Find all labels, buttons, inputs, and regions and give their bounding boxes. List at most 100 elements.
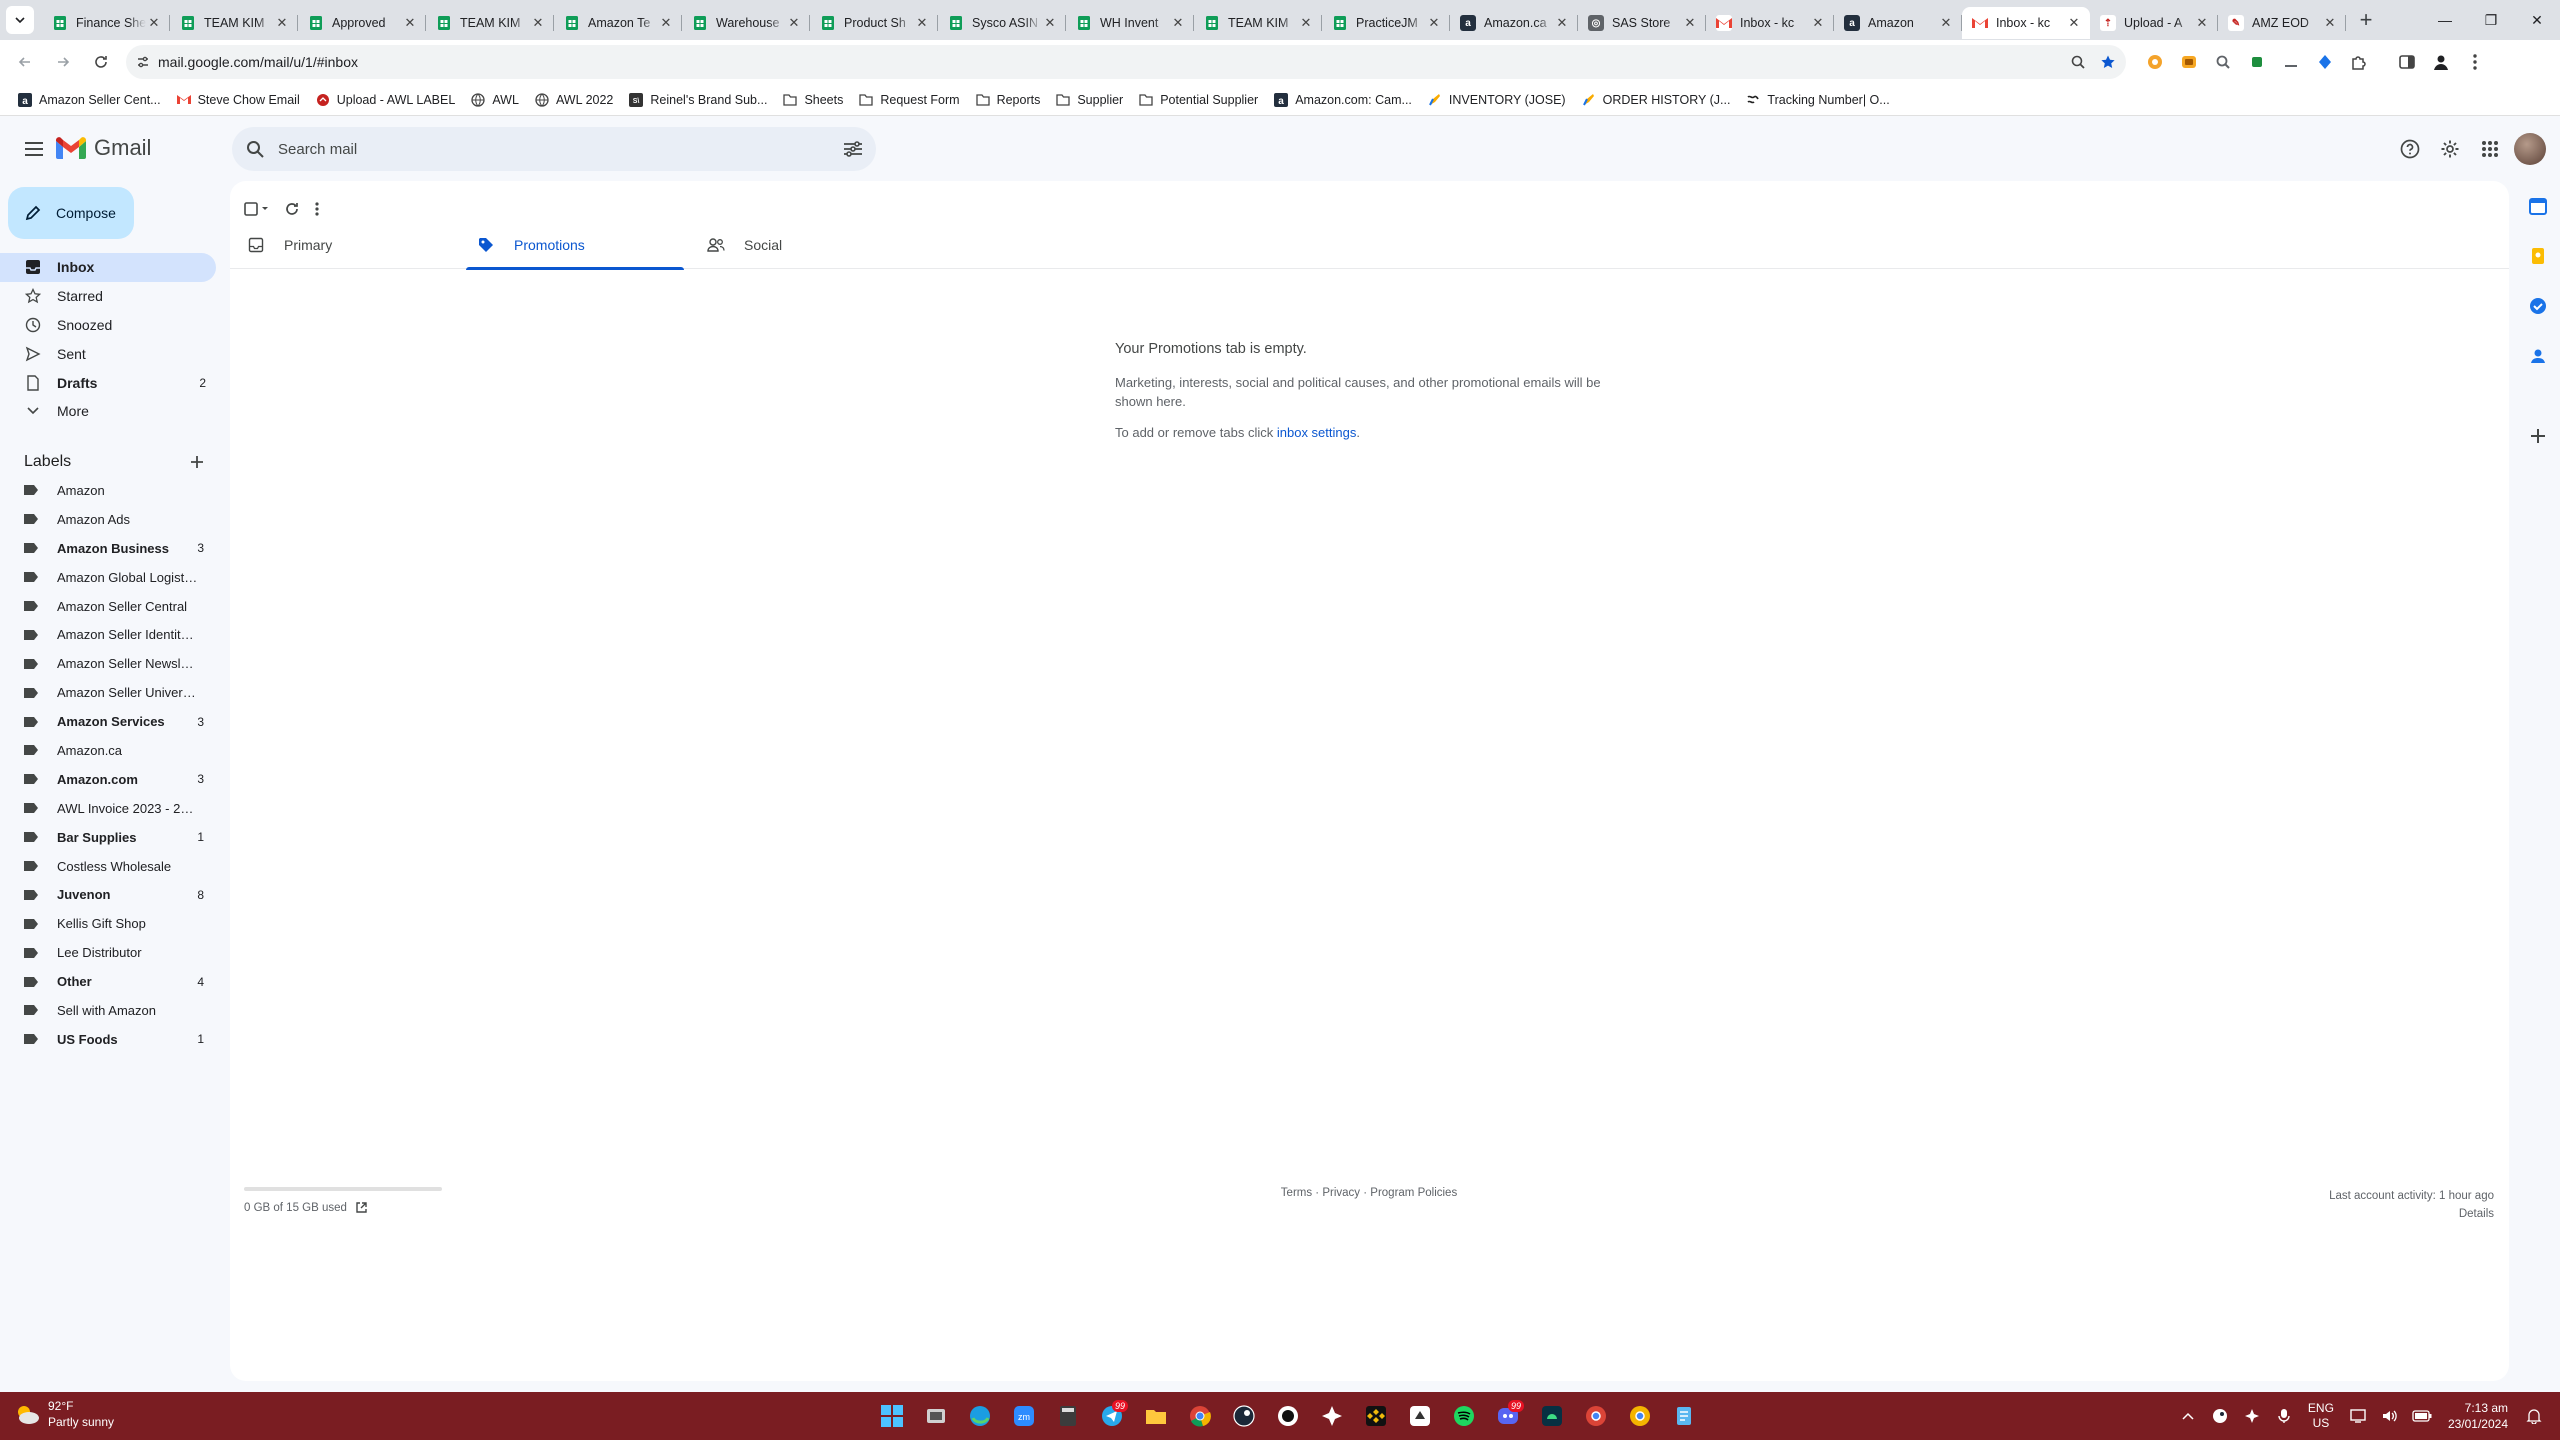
gmail-logo[interactable]: Gmail <box>56 135 151 161</box>
tab-close-icon[interactable]: ✕ <box>1170 15 1186 31</box>
reload-button[interactable] <box>84 45 118 79</box>
calculator-icon[interactable] <box>1046 1400 1090 1432</box>
nav-item-inbox[interactable]: Inbox <box>0 253 216 282</box>
chevron-up-icon[interactable] <box>2172 1398 2204 1434</box>
forward-button[interactable] <box>46 45 80 79</box>
apps-grid-icon[interactable] <box>2470 129 2510 169</box>
address-bar[interactable]: mail.google.com/mail/u/1/#inbox <box>126 45 2126 79</box>
label-item[interactable]: Costless Wholesale <box>0 852 216 881</box>
github-icon[interactable] <box>1266 1400 1310 1432</box>
bookmark-item[interactable]: AWL <box>463 87 527 113</box>
label-item[interactable]: Amazon.ca <box>0 736 216 765</box>
label-item[interactable]: Lee Distributor <box>0 938 216 967</box>
spotify-icon[interactable] <box>1442 1400 1486 1432</box>
extension-1-icon[interactable] <box>2138 45 2172 79</box>
tab-close-icon[interactable]: ✕ <box>1426 15 1442 31</box>
browser-tab[interactable]: Inbox - kc ✕ <box>1706 7 1834 39</box>
contacts-icon[interactable] <box>2516 331 2560 381</box>
label-item[interactable]: Bar Supplies 1 <box>0 823 216 852</box>
browser-tab[interactable]: Finance Sheet✕ <box>42 7 170 39</box>
browser-tab[interactable]: ⇡ Upload - A ✕ <box>2090 7 2218 39</box>
tab-close-icon[interactable]: ✕ <box>1298 15 1314 31</box>
nav-item-more[interactable]: More <box>0 397 216 426</box>
bookmark-item[interactable]: Tracking Number| O... <box>1738 87 1897 113</box>
back-button[interactable] <box>8 45 42 79</box>
start-windows-icon[interactable] <box>870 1400 914 1432</box>
label-item[interactable]: Amazon Ads <box>0 505 216 534</box>
extension-4-icon[interactable] <box>2274 45 2308 79</box>
language-indicator[interactable]: ENG US <box>2308 1401 2334 1431</box>
bookmark-item[interactable]: Request Form <box>851 87 967 113</box>
tab-close-icon[interactable]: ✕ <box>274 15 290 31</box>
zoom-app-icon[interactable]: zm <box>1002 1400 1046 1432</box>
tab-close-icon[interactable]: ✕ <box>1554 15 1570 31</box>
browser-tab[interactable]: PracticeJM ✕ <box>1322 7 1450 39</box>
notifications-bell-icon[interactable] <box>2518 1398 2550 1434</box>
create-label-plus-icon[interactable] <box>190 455 204 469</box>
browser-tab[interactable]: ✎ AMZ EOD ✕ <box>2218 7 2346 39</box>
label-item[interactable]: Juvenon 8 <box>0 880 216 909</box>
tab-close-icon[interactable]: ✕ <box>786 15 802 31</box>
label-item[interactable]: Amazon.com 3 <box>0 765 216 794</box>
close-window-button[interactable]: ✕ <box>2514 0 2560 40</box>
search-options-icon[interactable] <box>844 141 862 157</box>
nav-item-drafts[interactable]: Drafts 2 <box>0 368 216 397</box>
extension-search-icon[interactable] <box>2206 45 2240 79</box>
keep-icon[interactable] <box>2516 231 2560 281</box>
calendar-icon[interactable] <box>2516 181 2560 231</box>
battery-icon[interactable] <box>2406 1398 2438 1434</box>
footer-link[interactable]: Program Policies <box>1370 1187 1457 1199</box>
nav-item-starred[interactable]: Starred <box>0 282 216 311</box>
tab-close-icon[interactable]: ✕ <box>2194 15 2210 31</box>
task-view-icon[interactable] <box>914 1400 958 1432</box>
clock[interactable]: 7:13 am 23/01/2024 <box>2448 1400 2508 1432</box>
label-item[interactable]: Amazon Seller Newsletter <box>0 649 216 678</box>
bookmark-item[interactable]: Steve Chow Email <box>169 87 308 113</box>
browser-tab[interactable]: Warehouse ✕ <box>682 7 810 39</box>
bookmark-item[interactable]: a Amazon.com: Cam... <box>1266 87 1420 113</box>
tab-social[interactable]: Social <box>690 221 920 269</box>
tab-close-icon[interactable]: ✕ <box>530 15 546 31</box>
extension-3-icon[interactable] <box>2240 45 2274 79</box>
microphone-icon[interactable] <box>2268 1398 2300 1434</box>
label-item[interactable]: Amazon Global Logistics <box>0 563 216 592</box>
side-panel-icon[interactable] <box>2390 45 2424 79</box>
bookmark-item[interactable]: Supplier <box>1048 87 1131 113</box>
chrome-profile-icon[interactable] <box>1574 1400 1618 1432</box>
discord-icon[interactable]: 99 <box>1486 1400 1530 1432</box>
label-item[interactable]: Amazon Seller Central <box>0 592 216 621</box>
browser-tab[interactable]: Amazon Te ✕ <box>554 7 682 39</box>
label-item[interactable]: Amazon Seller Identity V... <box>0 620 216 649</box>
display-icon[interactable] <box>2342 1398 2374 1434</box>
footer-link[interactable]: Terms <box>1281 1187 1312 1199</box>
browser-tab[interactable]: WH Invent ✕ <box>1066 7 1194 39</box>
footer-link[interactable]: Privacy <box>1322 1187 1360 1199</box>
android-studio-icon[interactable] <box>1530 1400 1574 1432</box>
search-input[interactable] <box>278 140 844 158</box>
label-item[interactable]: Sell with Amazon <box>0 996 216 1025</box>
main-menu-button[interactable] <box>18 133 50 165</box>
tab-close-icon[interactable]: ✕ <box>1682 15 1698 31</box>
browser-tab[interactable]: Product Sh ✕ <box>810 7 938 39</box>
bookmark-item[interactable]: AWL 2022 <box>527 87 621 113</box>
label-item[interactable]: AWL Invoice 2023 - 2024 <box>0 794 216 823</box>
nav-item-snoozed[interactable]: Snoozed <box>0 311 216 340</box>
bookmark-item[interactable]: Potential Supplier <box>1131 87 1266 113</box>
browser-tab[interactable]: Sysco ASIN ✕ <box>938 7 1066 39</box>
label-item[interactable]: Amazon Business 3 <box>0 534 216 563</box>
get-addons-plus-icon[interactable] <box>2516 411 2560 461</box>
label-item[interactable]: Amazon <box>0 476 216 505</box>
tab-close-icon[interactable]: ✕ <box>658 15 674 31</box>
new-tab-button[interactable]: + <box>2352 6 2380 34</box>
bookmark-star-icon[interactable] <box>2100 54 2116 70</box>
browser-menu-icon[interactable] <box>2458 45 2492 79</box>
tab-close-icon[interactable]: ✕ <box>402 15 418 31</box>
browser-tab[interactable]: Inbox - kc ✕ <box>1962 7 2090 39</box>
browser-tab[interactable]: a Amazon.ca ✕ <box>1450 7 1578 39</box>
browser-tab[interactable]: TEAM KIM ✕ <box>426 7 554 39</box>
profile-icon[interactable] <box>2424 45 2458 79</box>
tab-close-icon[interactable]: ✕ <box>2066 15 2082 31</box>
extensions-puzzle-icon[interactable] <box>2342 45 2376 79</box>
bookmark-item[interactable]: Sheets <box>775 87 851 113</box>
tab-close-icon[interactable]: ✕ <box>146 15 162 31</box>
